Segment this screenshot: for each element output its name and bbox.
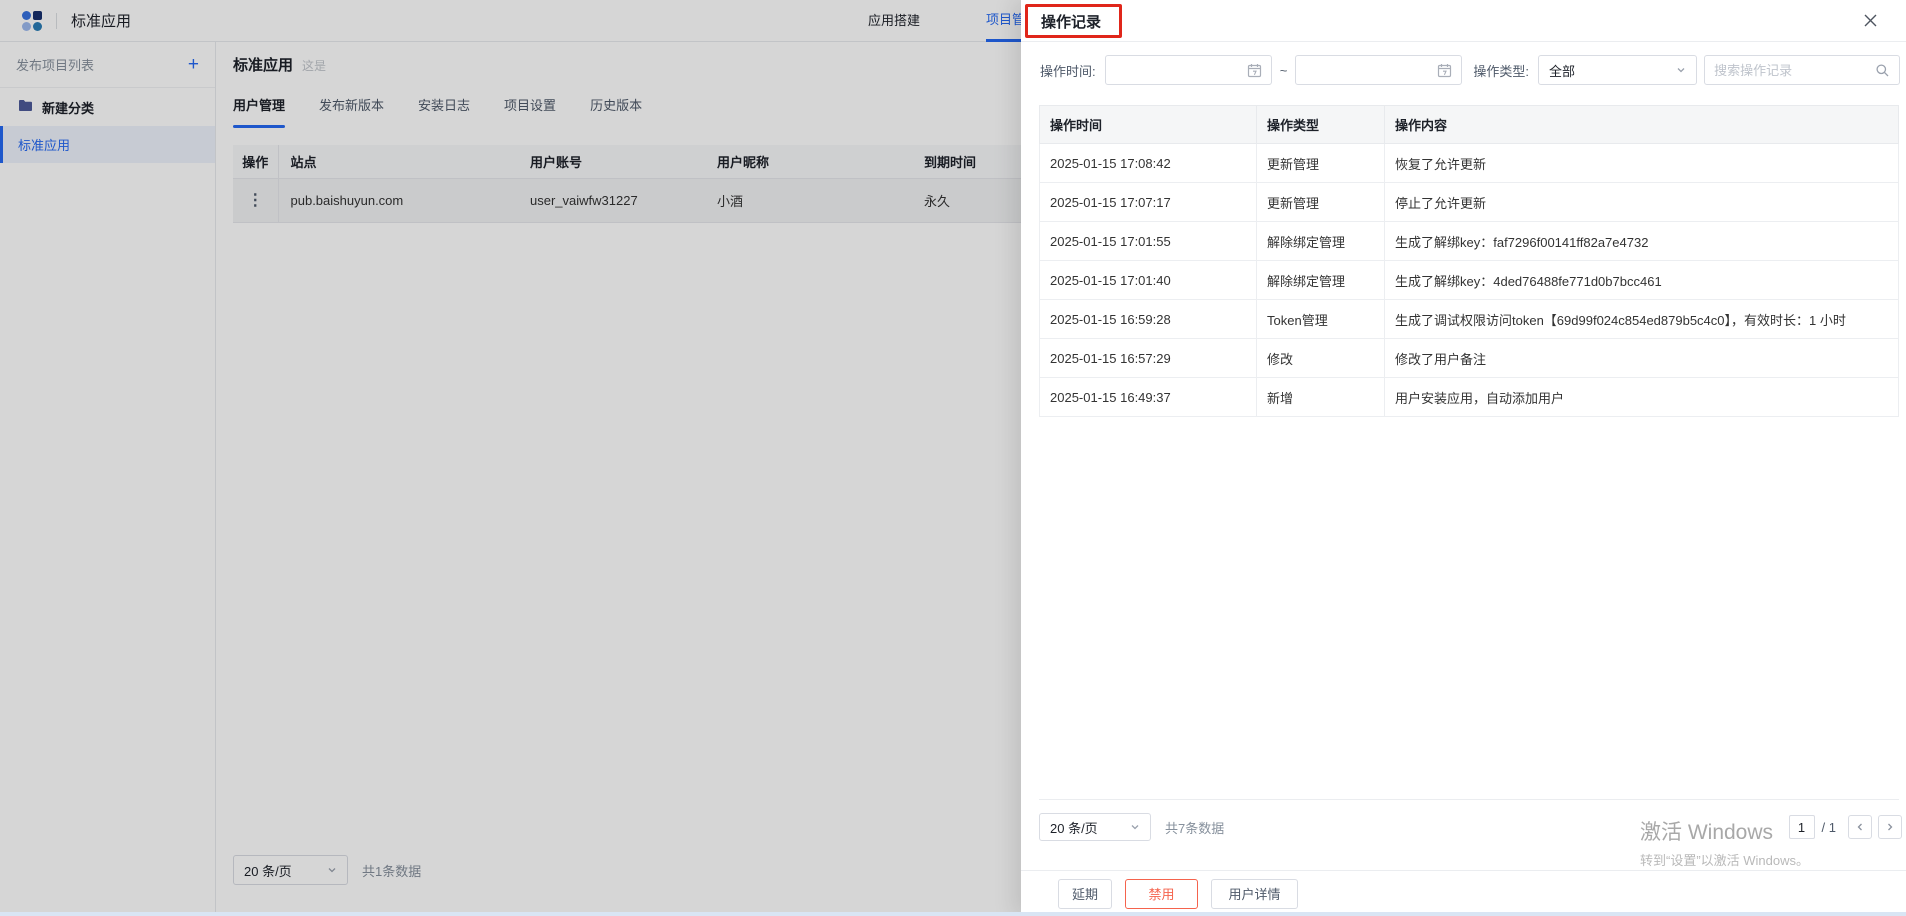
operation-row: 2025-01-15 16:49:37 新增 用户安装应用，自动添加用户	[1040, 378, 1899, 417]
page-count: / 1	[1822, 820, 1836, 835]
next-page-button[interactable]	[1878, 815, 1902, 839]
op-content: 生成了解绑key：faf7296f00141ff82a7e4732	[1385, 222, 1899, 261]
drawer-filters: 操作时间: ~ 操作类型: 全部	[1040, 55, 1900, 85]
operation-row: 2025-01-15 16:59:28 Token管理 生成了调试权限访问tok…	[1040, 300, 1899, 339]
app-root: 标准应用 应用搭建 项目管理 发布项目列表 + 新建分类 标准应用 标准应用 这…	[0, 0, 1906, 916]
drawer-page-size-value: 20 条/页	[1050, 818, 1098, 837]
op-type: 新增	[1257, 378, 1385, 417]
op-type: Token管理	[1257, 300, 1385, 339]
operation-table: 操作时间 操作类型 操作内容 2025-01-15 17:08:42 更新管理 …	[1039, 105, 1899, 417]
op-time: 2025-01-15 17:01:40	[1040, 261, 1257, 300]
op-content: 生成了调试权限访问token【69d99f024c854ed879b5c4c0】…	[1385, 300, 1899, 339]
search-record-field[interactable]	[1714, 63, 1869, 78]
close-icon[interactable]	[1863, 13, 1878, 28]
operation-row: 2025-01-15 17:01:55 解除绑定管理 生成了解绑key：faf7…	[1040, 222, 1899, 261]
op-content: 用户安装应用，自动添加用户	[1385, 378, 1899, 417]
col-header-op-time: 操作时间	[1040, 106, 1257, 144]
operation-row: 2025-01-15 17:07:17 更新管理 停止了允许更新	[1040, 183, 1899, 222]
operation-row: 2025-01-15 17:08:42 更新管理 恢复了允许更新	[1040, 144, 1899, 183]
drawer-total-count: 共7条数据	[1165, 818, 1224, 837]
search-record-input[interactable]	[1704, 55, 1900, 85]
operation-type-value: 全部	[1549, 61, 1575, 80]
start-date-input[interactable]	[1105, 55, 1272, 85]
col-header-op-type: 操作类型	[1257, 106, 1385, 144]
op-content: 生成了解绑key：4ded76488fe771d0b7bcc461	[1385, 261, 1899, 300]
end-date-field[interactable]	[1305, 63, 1425, 78]
calendar-icon[interactable]	[1247, 63, 1262, 78]
op-type: 更新管理	[1257, 144, 1385, 183]
op-content: 停止了允许更新	[1385, 183, 1899, 222]
op-time: 2025-01-15 16:59:28	[1040, 300, 1257, 339]
op-time: 2025-01-15 16:49:37	[1040, 378, 1257, 417]
op-type: 解除绑定管理	[1257, 261, 1385, 300]
time-filter-label: 操作时间:	[1040, 61, 1096, 80]
search-icon[interactable]	[1875, 63, 1890, 78]
op-time: 2025-01-15 17:07:17	[1040, 183, 1257, 222]
drawer-footer: 延期 禁用 用户详情	[1021, 870, 1906, 916]
window-bottom-edge	[0, 912, 1906, 916]
op-time: 2025-01-15 16:57:29	[1040, 339, 1257, 378]
op-time: 2025-01-15 17:01:55	[1040, 222, 1257, 261]
op-content: 恢复了允许更新	[1385, 144, 1899, 183]
annotation-red-box: 操作记录	[1025, 4, 1122, 38]
op-content: 修改了用户备注	[1385, 339, 1899, 378]
calendar-icon[interactable]	[1437, 63, 1452, 78]
end-date-input[interactable]	[1295, 55, 1462, 85]
start-date-field[interactable]	[1115, 63, 1235, 78]
drawer-title: 操作记录	[1041, 11, 1101, 32]
type-filter-label: 操作类型:	[1473, 61, 1529, 80]
operation-row: 2025-01-15 17:01:40 解除绑定管理 生成了解绑key：4ded…	[1040, 261, 1899, 300]
extend-button[interactable]: 延期	[1058, 879, 1112, 909]
operation-table-header-row: 操作时间 操作类型 操作内容	[1040, 106, 1899, 144]
current-page-input[interactable]	[1789, 815, 1815, 839]
user-detail-button[interactable]: 用户详情	[1211, 879, 1298, 909]
drawer-header: 操作记录	[1021, 0, 1906, 42]
operation-row: 2025-01-15 16:57:29 修改 修改了用户备注	[1040, 339, 1899, 378]
operation-record-drawer: 操作记录 操作时间: ~ 操作类型: 全部	[1021, 0, 1906, 916]
operation-type-select[interactable]: 全部	[1538, 55, 1697, 85]
drawer-pagination: 20 条/页 共7条数据 / 1	[1039, 812, 1902, 842]
op-time: 2025-01-15 17:08:42	[1040, 144, 1257, 183]
operation-table-wrap: 操作时间 操作类型 操作内容 2025-01-15 17:08:42 更新管理 …	[1039, 105, 1899, 800]
op-type: 修改	[1257, 339, 1385, 378]
date-range-separator: ~	[1280, 63, 1288, 78]
disable-button[interactable]: 禁用	[1125, 879, 1198, 909]
prev-page-button[interactable]	[1848, 815, 1872, 839]
op-type: 更新管理	[1257, 183, 1385, 222]
drawer-page-size-select[interactable]: 20 条/页	[1039, 813, 1151, 841]
chevron-down-icon	[1676, 63, 1686, 78]
col-header-op-content: 操作内容	[1385, 106, 1899, 144]
op-type: 解除绑定管理	[1257, 222, 1385, 261]
chevron-down-icon	[1130, 820, 1140, 835]
